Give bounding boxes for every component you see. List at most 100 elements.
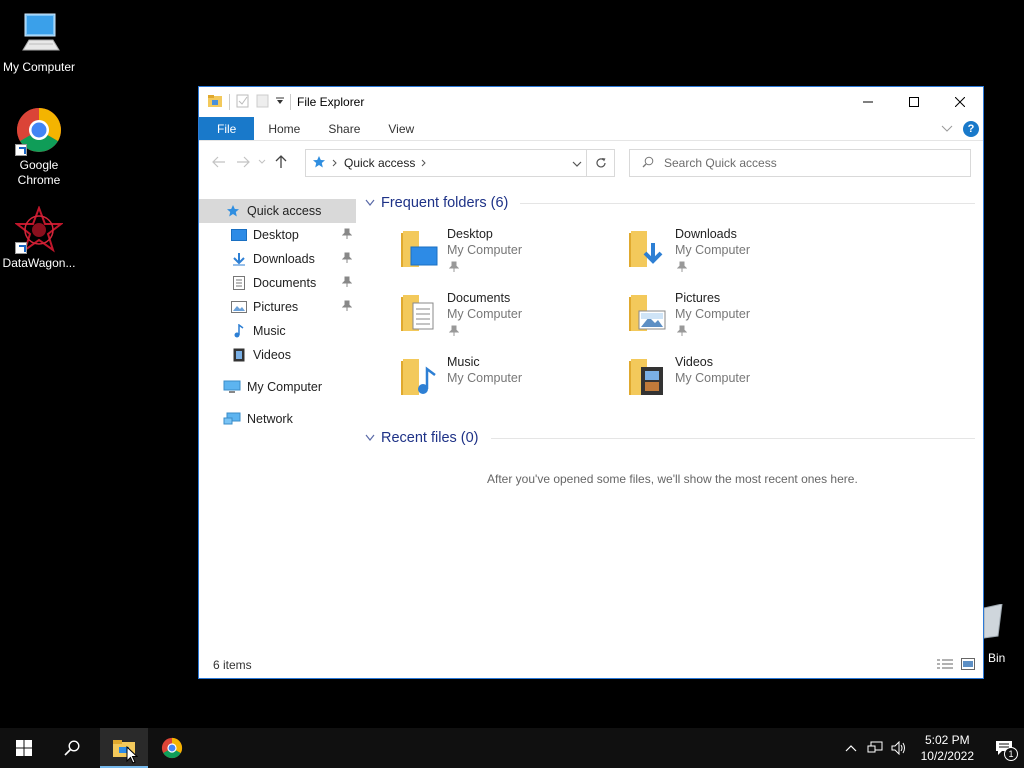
desktop-icon-my-computer[interactable]: My Computer xyxy=(0,10,78,75)
refresh-icon xyxy=(595,158,606,168)
folder-location: My Computer xyxy=(675,307,751,321)
picture-icon xyxy=(231,299,247,315)
address-bar[interactable]: Quick access xyxy=(305,149,615,177)
recent-files-empty-message: After you've opened some files, we'll sh… xyxy=(487,472,858,486)
network-tray-button[interactable] xyxy=(863,728,887,768)
pin-icon[interactable] xyxy=(676,261,688,276)
sidebar-item-documents[interactable]: Documents xyxy=(199,271,356,295)
breadcrumb-separator-icon[interactable] xyxy=(421,156,427,170)
sidebar-item-quick-access[interactable]: Quick access xyxy=(199,199,356,223)
title-bar[interactable]: File Explorer xyxy=(199,87,983,117)
sidebar-item-label: Network xyxy=(247,412,293,426)
pin-icon[interactable] xyxy=(448,261,460,276)
pin-icon[interactable] xyxy=(341,228,353,243)
taskbar: 5:02 PM 10/2/2022 1 xyxy=(0,728,1024,768)
tab-view[interactable]: View xyxy=(374,117,428,140)
document-icon xyxy=(231,275,247,291)
search-box[interactable] xyxy=(629,149,971,177)
shortcut-arrow-icon xyxy=(15,242,27,254)
navigation-pane: Quick access Desktop Downloads Documents xyxy=(199,199,356,652)
star-icon xyxy=(225,203,241,219)
refresh-button[interactable] xyxy=(586,150,614,176)
tab-file[interactable]: File xyxy=(199,117,255,140)
recent-locations-button[interactable] xyxy=(255,150,269,174)
sidebar-item-my-computer[interactable]: My Computer xyxy=(199,375,356,399)
start-button[interactable] xyxy=(0,728,48,768)
group-header-label: Frequent folders (6) xyxy=(381,195,509,211)
sidebar-item-downloads[interactable]: Downloads xyxy=(199,247,356,271)
recycle-bin-partial[interactable]: Bin xyxy=(983,603,1024,665)
folder-tile-pictures[interactable]: Pictures My Computer xyxy=(627,291,847,351)
desktop-folder-icon xyxy=(401,231,438,267)
folder-tile-downloads[interactable]: Downloads My Computer xyxy=(627,227,847,287)
up-button[interactable] xyxy=(269,150,293,174)
large-icons-view-icon[interactable] xyxy=(961,658,975,673)
sidebar-item-videos[interactable]: Videos xyxy=(199,343,356,367)
downloads-folder-icon xyxy=(629,231,663,267)
folder-location: My Computer xyxy=(447,243,523,257)
sidebar-item-network[interactable]: Network xyxy=(199,407,356,431)
taskbar-search-button[interactable] xyxy=(48,728,96,768)
explorer-folder-icon[interactable] xyxy=(207,93,223,112)
details-view-icon[interactable] xyxy=(937,658,953,673)
customize-toolbar-icon[interactable] xyxy=(276,95,284,109)
sidebar-item-label: Pictures xyxy=(253,300,299,314)
taskbar-chrome[interactable] xyxy=(148,728,196,768)
maximize-button[interactable] xyxy=(891,87,937,117)
pin-icon[interactable] xyxy=(341,252,353,267)
toolbar-separator xyxy=(229,94,230,110)
folder-tile-desktop[interactable]: Desktop My Computer xyxy=(399,227,619,287)
taskbar-file-explorer[interactable] xyxy=(100,728,148,768)
back-button[interactable] xyxy=(207,150,231,174)
address-dropdown-icon[interactable] xyxy=(572,157,582,171)
frequent-folders-header[interactable]: Frequent folders (6) xyxy=(365,195,975,211)
expand-ribbon-icon[interactable] xyxy=(941,122,953,136)
tab-home[interactable]: Home xyxy=(254,117,314,140)
folder-name: Documents xyxy=(447,291,511,305)
maximize-icon xyxy=(909,97,919,107)
search-input[interactable] xyxy=(664,156,954,170)
minimize-button[interactable] xyxy=(845,87,891,117)
window-controls xyxy=(845,87,983,117)
speaker-icon xyxy=(891,741,905,755)
quick-access-star-icon xyxy=(312,155,326,172)
group-header-label: Recent files (0) xyxy=(381,430,479,446)
pin-icon[interactable] xyxy=(341,300,353,315)
file-explorer-window: File Explorer File Home Share View ? Qui… xyxy=(198,86,984,679)
back-arrow-icon xyxy=(212,156,225,168)
tab-share[interactable]: Share xyxy=(314,117,374,140)
item-count: 6 items xyxy=(213,658,252,672)
breadcrumb-quick-access[interactable]: Quick access xyxy=(344,156,415,170)
sidebar-item-desktop[interactable]: Desktop xyxy=(199,223,356,247)
clock[interactable]: 5:02 PM 10/2/2022 xyxy=(911,732,984,764)
folder-tile-music[interactable]: Music My Computer xyxy=(399,355,619,415)
properties-icon[interactable] xyxy=(236,94,250,111)
chrome-icon xyxy=(161,737,183,759)
pictures-folder-icon xyxy=(629,295,666,331)
quick-access-toolbar xyxy=(199,87,291,117)
pin-icon[interactable] xyxy=(676,325,688,340)
videos-folder-icon xyxy=(629,359,663,395)
pin-icon[interactable] xyxy=(341,276,353,291)
folder-tile-videos[interactable]: Videos My Computer xyxy=(627,355,847,415)
datawagon-icon xyxy=(14,205,64,254)
show-hidden-icons-button[interactable] xyxy=(839,728,863,768)
forward-button[interactable] xyxy=(231,150,255,174)
close-button[interactable] xyxy=(937,87,983,117)
music-note-icon xyxy=(231,323,247,339)
folder-tile-documents[interactable]: Documents My Computer xyxy=(399,291,619,351)
sidebar-item-pictures[interactable]: Pictures xyxy=(199,295,356,319)
desktop-icon-google-chrome[interactable]: Google Chrome xyxy=(0,108,78,188)
new-folder-icon[interactable] xyxy=(256,94,270,111)
help-icon[interactable]: ? xyxy=(963,121,979,137)
recent-files-header[interactable]: Recent files (0) xyxy=(365,430,975,446)
pin-icon[interactable] xyxy=(448,325,460,340)
header-divider xyxy=(520,202,975,204)
volume-button[interactable] xyxy=(887,728,911,768)
desktop-icon-datawagon[interactable]: DataWagon... xyxy=(0,205,78,271)
sidebar-item-label: Videos xyxy=(253,348,291,362)
sidebar-item-music[interactable]: Music xyxy=(199,319,356,343)
action-center-button[interactable]: 1 xyxy=(984,728,1024,768)
sidebar-item-label: Music xyxy=(253,324,286,338)
forward-arrow-icon xyxy=(237,156,250,168)
